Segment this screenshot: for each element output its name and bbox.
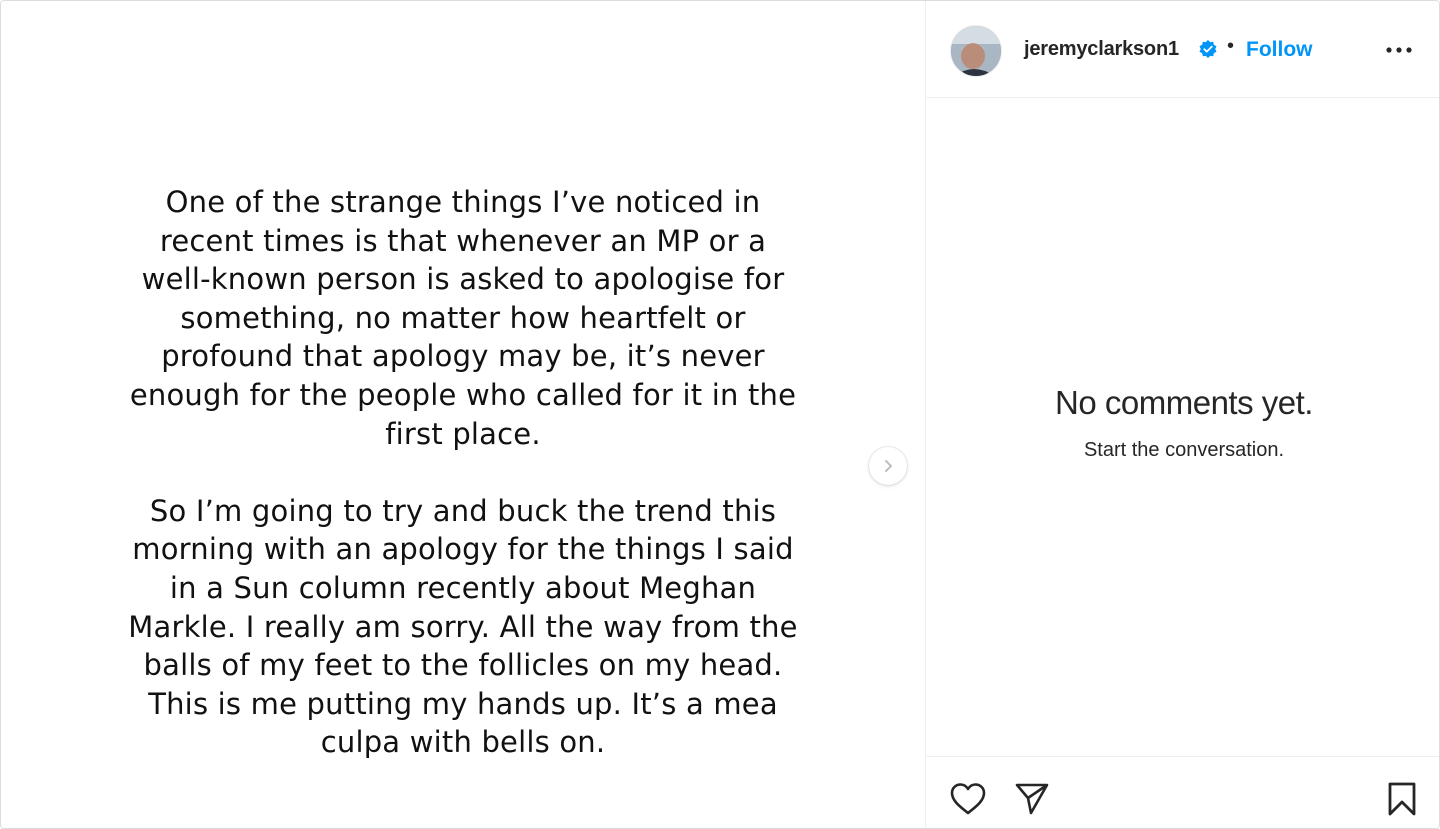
more-options-icon (1386, 47, 1412, 53)
follow-button[interactable]: Follow (1246, 38, 1313, 62)
avatar-image (951, 26, 1001, 76)
save-button[interactable] (1382, 779, 1422, 819)
like-button[interactable] (948, 779, 988, 819)
post-actions-bar (926, 756, 1439, 828)
no-comments-title: No comments yet. (1055, 384, 1313, 421)
paper-plane-icon (1015, 783, 1049, 815)
share-button[interactable] (1012, 779, 1052, 819)
heart-icon (950, 783, 986, 815)
post-image-text: One of the strange things I’ve noticed i… (121, 183, 805, 762)
post-header: jeremyclarkson1 • Follow (926, 1, 1439, 98)
bookmark-icon (1388, 782, 1416, 816)
next-slide-button[interactable] (869, 447, 907, 485)
avatar[interactable] (951, 26, 1001, 76)
chevron-right-icon (885, 460, 892, 472)
username-link[interactable]: jeremyclarkson1 (1024, 38, 1179, 61)
post-dialog: One of the strange things I’ve noticed i… (0, 0, 1440, 829)
header-separator: • (1227, 35, 1235, 57)
start-conversation-text: Start the conversation. (1083, 439, 1285, 461)
post-paragraph-1: One of the strange things I’ve noticed i… (129, 185, 797, 451)
post-media: One of the strange things I’ve noticed i… (1, 1, 925, 828)
more-options-button[interactable] (1382, 37, 1416, 63)
post-paragraph-2: So I’m going to try and buck the trend t… (128, 493, 798, 760)
side-panel: jeremyclarkson1 • Follow No comments yet… (925, 1, 1439, 828)
verified-badge-icon (1198, 39, 1218, 59)
